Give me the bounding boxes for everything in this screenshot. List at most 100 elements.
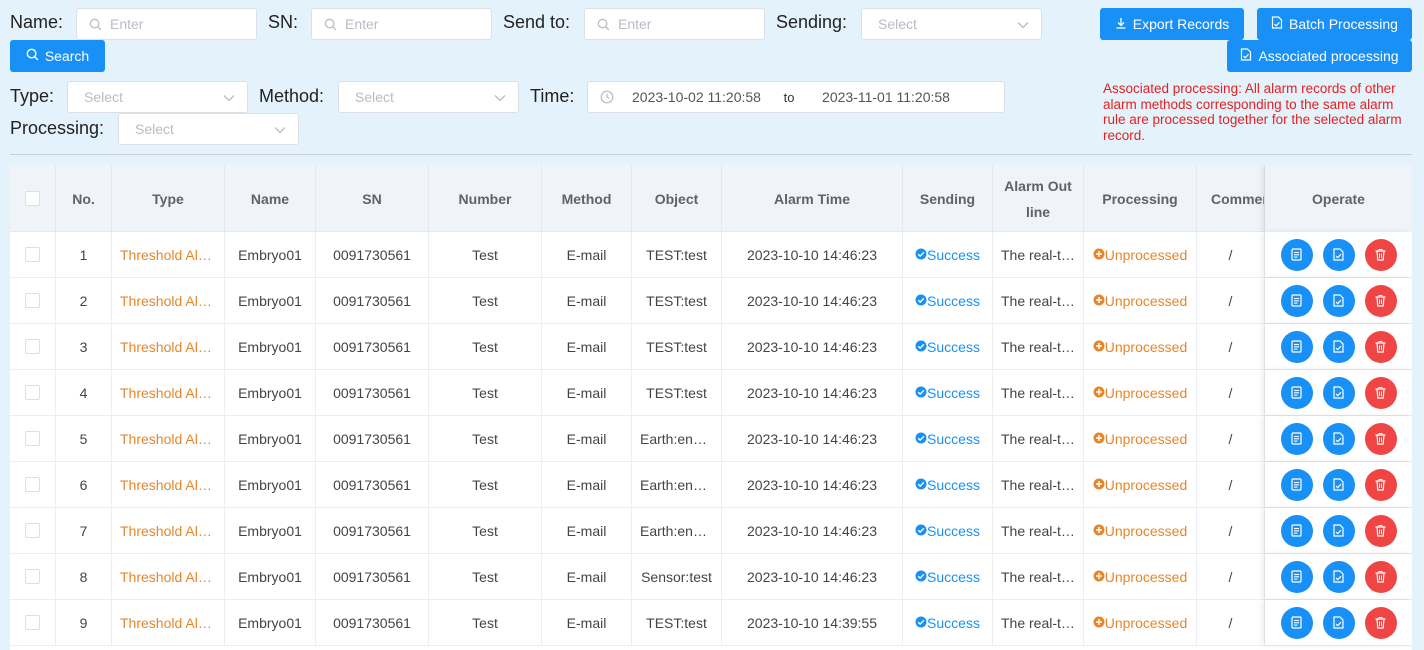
row-alarm-time-text: 2023-10-10 14:46:23: [747, 292, 877, 309]
row-checkbox[interactable]: [25, 615, 40, 630]
view-details-button[interactable]: [1280, 468, 1313, 501]
delete-record-button[interactable]: [1364, 330, 1397, 363]
row-number: Test: [429, 416, 542, 461]
row-checkbox[interactable]: [25, 569, 40, 584]
process-record-button[interactable]: [1322, 238, 1355, 271]
row-sn-text: 0091730561: [333, 384, 411, 401]
view-details-button[interactable]: [1280, 284, 1313, 317]
row-checkbox[interactable]: [25, 431, 40, 446]
delete-record-button[interactable]: [1364, 238, 1397, 271]
delete-record-button[interactable]: [1364, 606, 1397, 639]
search-button[interactable]: Search: [10, 40, 105, 72]
row-object-text: TEST:test: [646, 292, 707, 309]
row-processing-status: Unprocessed: [1084, 324, 1197, 369]
row-alarm-time-text: 2023-10-10 14:46:23: [747, 476, 877, 493]
view-details-button[interactable]: [1280, 560, 1313, 593]
method-select[interactable]: Select: [338, 81, 519, 113]
row-comment-text: /: [1228, 568, 1233, 585]
row-comment-text: /: [1228, 384, 1233, 401]
process-record-button[interactable]: [1322, 468, 1355, 501]
pending-plus-icon: [1093, 294, 1105, 306]
row-sending-status: Success: [903, 462, 993, 507]
row-comment-text: /: [1228, 614, 1233, 631]
process-record-button[interactable]: [1322, 514, 1355, 547]
view-details-button[interactable]: [1280, 376, 1313, 409]
row-checkbox[interactable]: [25, 385, 40, 400]
time-range-picker[interactable]: 2023-10-02 11:20:58 to 2023-11-01 11:20:…: [587, 81, 1005, 113]
table-row: 3 Threshold Alarm Embryo01 0091730561 Test E-…: [10, 324, 1412, 370]
row-number: Test: [429, 554, 542, 599]
delete-record-button[interactable]: [1364, 376, 1397, 409]
view-details-button[interactable]: [1280, 422, 1313, 455]
row-checkbox[interactable]: [25, 247, 40, 262]
header-comment: Comment: [1197, 165, 1265, 232]
pending-plus-icon: [1093, 248, 1105, 260]
row-sn: 0091730561: [316, 462, 429, 507]
batch-processing-button[interactable]: Batch Processing: [1257, 8, 1412, 40]
header-alarm-time: Alarm Time: [722, 165, 903, 232]
row-name: Embryo01: [225, 278, 316, 323]
row-checkbox[interactable]: [25, 293, 40, 308]
row-number-text: Test: [472, 338, 498, 355]
row-alarm-outline: The real-time: [993, 324, 1084, 369]
trash-icon: [1374, 524, 1387, 537]
row-checkbox[interactable]: [25, 477, 40, 492]
process-record-button[interactable]: [1322, 422, 1355, 455]
document-edit-icon: [1332, 524, 1345, 537]
row-sending-status-text: Success: [927, 430, 980, 447]
row-object-text: Sensor:test: [641, 568, 712, 585]
sending-select[interactable]: Select: [861, 8, 1042, 40]
row-checkbox[interactable]: [25, 339, 40, 354]
row-processing-status-text: Unprocessed: [1104, 246, 1188, 263]
row-type: Threshold Alarm: [112, 232, 225, 277]
row-name-text: Embryo01: [238, 292, 302, 309]
view-details-button[interactable]: [1280, 606, 1313, 639]
process-record-button[interactable]: [1322, 376, 1355, 409]
delete-record-button[interactable]: [1364, 468, 1397, 501]
row-sending-status: Success: [903, 416, 993, 461]
row-no-text: 3: [79, 338, 88, 355]
process-record-button[interactable]: [1322, 560, 1355, 593]
delete-record-button[interactable]: [1364, 422, 1397, 455]
row-comment-text: /: [1228, 246, 1233, 263]
row-object-text: TEST:test: [646, 614, 707, 631]
select-all-checkbox[interactable]: [25, 191, 40, 206]
name-input[interactable]: Enter: [76, 8, 257, 40]
time-start[interactable]: 2023-10-02 11:20:58: [632, 89, 772, 105]
view-details-button[interactable]: [1280, 330, 1313, 363]
row-object: Earth:enabled: [632, 508, 722, 553]
process-record-button[interactable]: [1322, 330, 1355, 363]
row-sending-status: Success: [903, 554, 993, 599]
row-checkbox[interactable]: [25, 523, 40, 538]
success-check-icon: [915, 432, 927, 444]
row-method: E-mail: [542, 462, 632, 507]
row-select-cell: [10, 600, 56, 645]
document-icon: [1290, 616, 1303, 629]
associated-processing-button[interactable]: Associated processing: [1227, 40, 1412, 72]
row-sn-text: 0091730561: [333, 614, 411, 631]
sn-input[interactable]: Enter: [311, 8, 492, 40]
success-check-icon: [915, 248, 927, 260]
row-processing-status-text: Unprocessed: [1104, 292, 1188, 309]
process-record-button[interactable]: [1322, 284, 1355, 317]
processing-select[interactable]: Select: [118, 113, 299, 145]
export-records-button[interactable]: Export Records: [1100, 8, 1244, 40]
sn-label: SN:: [268, 12, 299, 32]
header-sending: Sending: [903, 165, 993, 232]
view-details-button[interactable]: [1280, 514, 1313, 547]
row-comment: /: [1197, 416, 1265, 461]
row-number: Test: [429, 232, 542, 277]
time-end[interactable]: 2023-11-01 11:20:58: [806, 89, 966, 105]
delete-record-button[interactable]: [1364, 560, 1397, 593]
delete-record-button[interactable]: [1364, 284, 1397, 317]
row-type-text: Threshold Alarm: [120, 430, 222, 447]
send-to-input[interactable]: Enter: [584, 8, 765, 40]
row-sn: 0091730561: [316, 600, 429, 645]
view-details-button[interactable]: [1280, 238, 1313, 271]
process-record-button[interactable]: [1322, 606, 1355, 639]
type-select[interactable]: Select: [67, 81, 248, 113]
row-sending-status-text: Success: [927, 384, 980, 401]
sn-input-placeholder: Enter: [345, 16, 379, 32]
delete-record-button[interactable]: [1364, 514, 1397, 547]
row-processing-status-text: Unprocessed: [1104, 568, 1188, 585]
